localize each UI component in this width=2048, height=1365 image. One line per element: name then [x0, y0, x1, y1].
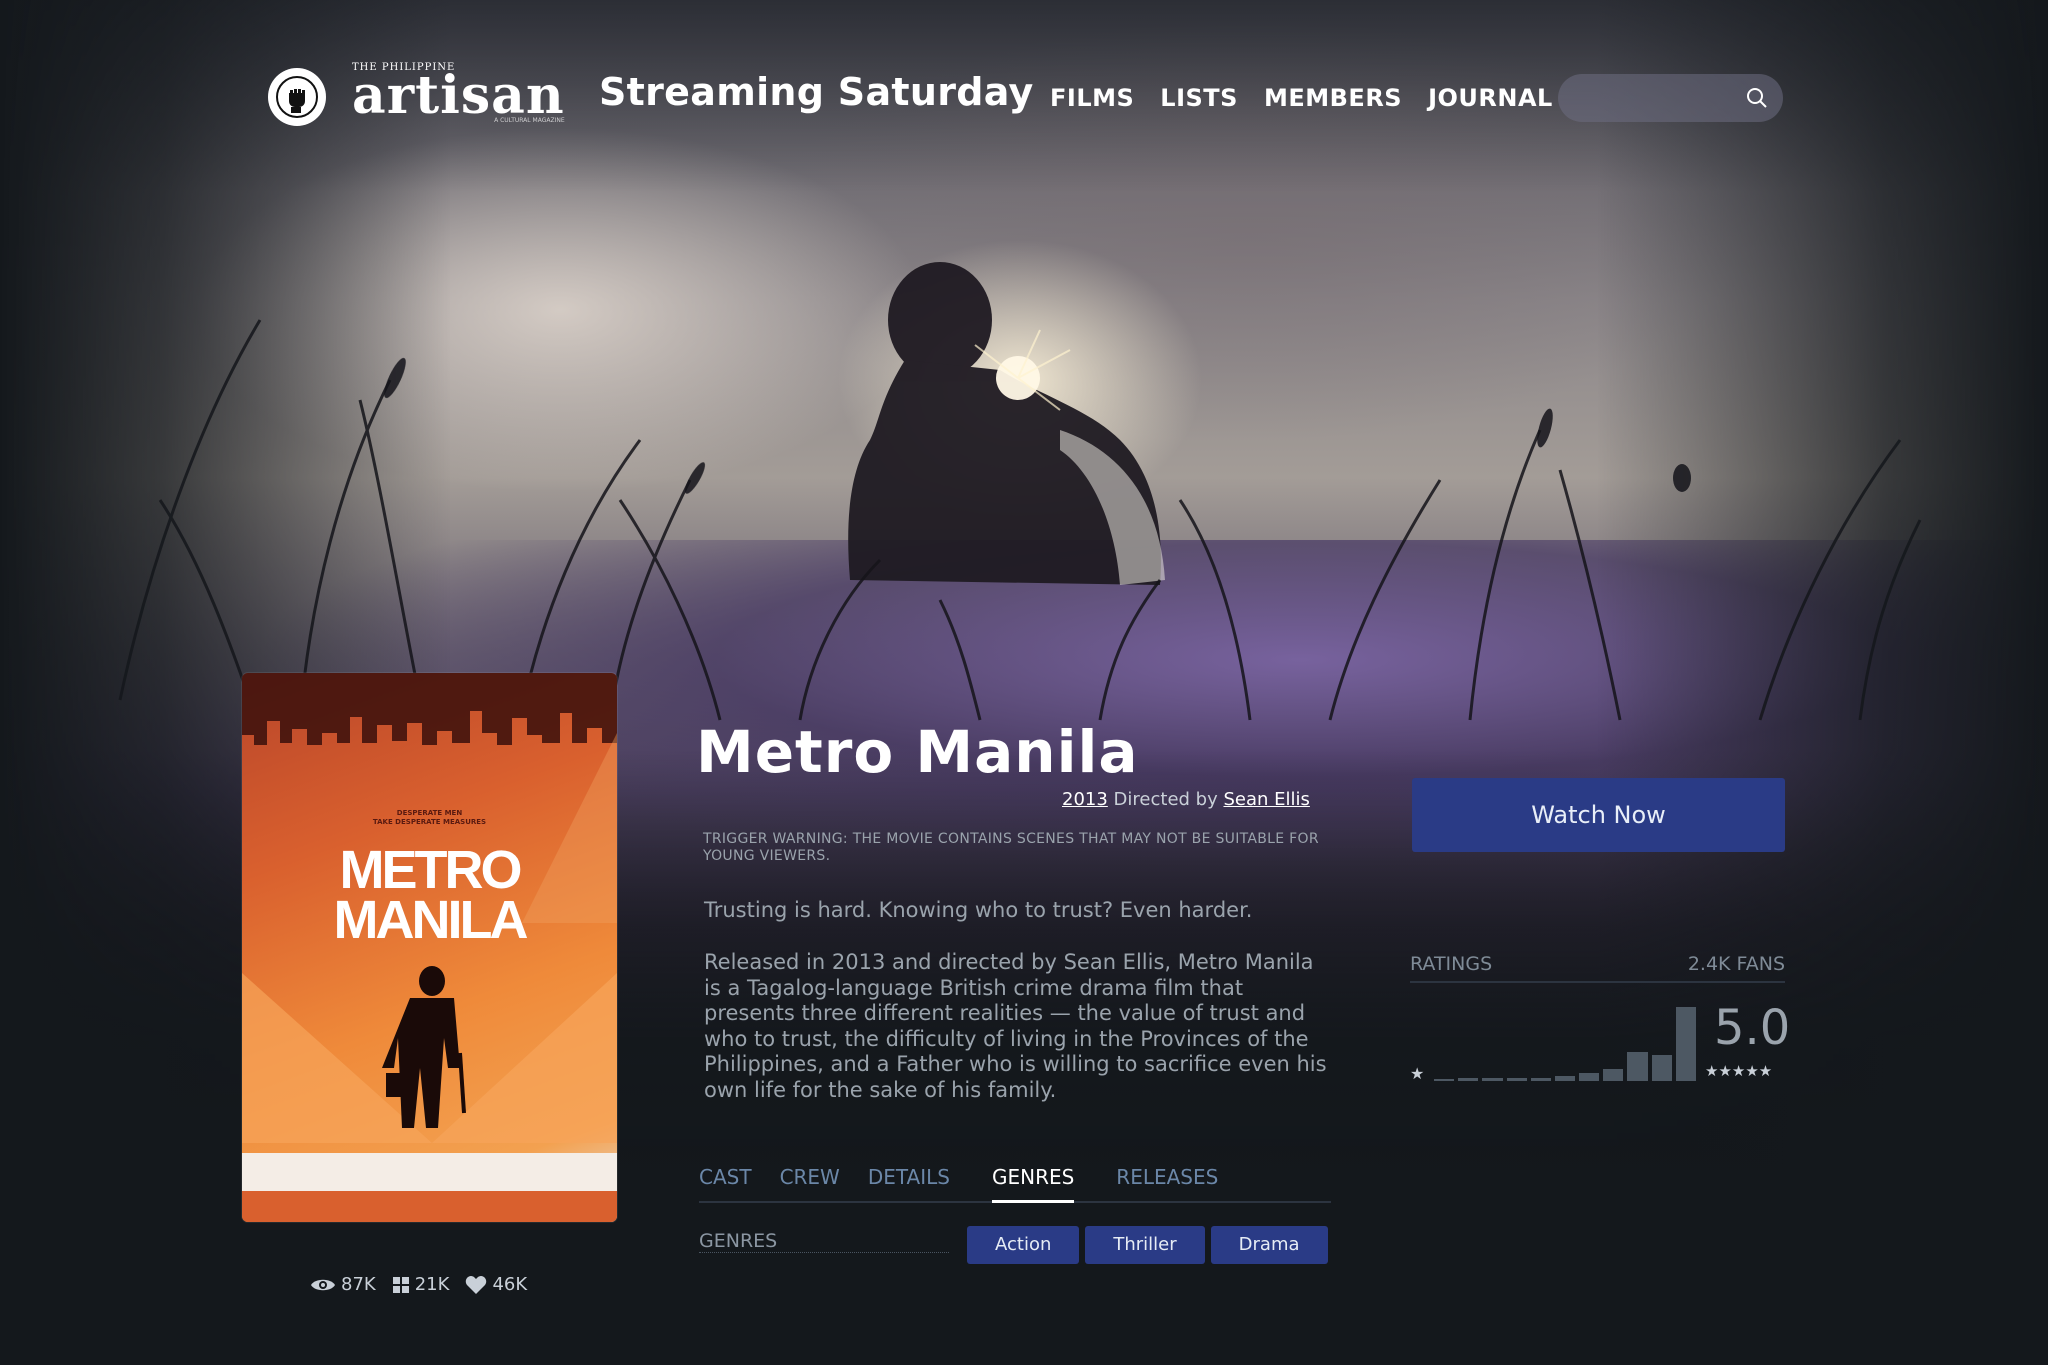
ratings-histogram[interactable] — [1434, 1007, 1696, 1081]
lists-grid-icon — [392, 1276, 409, 1293]
trigger-warning: TRIGGER WARNING: THE MOVIE CONTAINS SCEN… — [703, 831, 1319, 864]
views-stat[interactable]: 87K — [310, 1274, 376, 1295]
eye-icon — [311, 1279, 335, 1290]
tab-details[interactable]: DETAILS — [868, 1165, 950, 1201]
search-input[interactable] — [1576, 86, 1750, 110]
histogram-bar[interactable] — [1530, 1077, 1551, 1081]
genre-drama[interactable]: Drama — [1210, 1226, 1328, 1264]
likes-count: 46K — [492, 1274, 528, 1295]
heart-icon — [466, 1275, 487, 1294]
tab-releases[interactable]: RELEASES — [1116, 1165, 1218, 1201]
histogram-bar[interactable] — [1554, 1075, 1576, 1081]
histogram-bar[interactable] — [1603, 1068, 1624, 1081]
tab-cast[interactable]: CAST — [699, 1165, 752, 1201]
tab-crew[interactable]: CREW — [780, 1165, 840, 1201]
ratings-label: RATINGS — [1410, 953, 1493, 975]
histogram-bar[interactable] — [1506, 1077, 1527, 1081]
film-title: Metro Manila — [696, 718, 1139, 786]
histogram-bar[interactable] — [1627, 1052, 1648, 1081]
search-box — [1558, 74, 1783, 122]
nav-lists[interactable]: LISTS — [1160, 84, 1238, 112]
logo-tagline: A CULTURAL MAGAZINE — [494, 117, 565, 124]
lists-stat[interactable]: 21K — [392, 1274, 450, 1295]
film-stats: 87K 21K 46K — [310, 1274, 527, 1295]
likes-stat[interactable]: 46K — [465, 1274, 527, 1295]
average-rating: 5.0 — [1714, 1000, 1791, 1056]
nav-journal[interactable]: JOURNAL — [1428, 84, 1553, 112]
histogram-bar[interactable] — [1651, 1055, 1672, 1081]
poster-title-line2: MANILA — [333, 890, 529, 950]
release-year-link[interactable]: 2013 — [1062, 789, 1108, 810]
histogram-bar[interactable] — [1579, 1072, 1600, 1081]
fist-icon — [276, 76, 318, 118]
poster-title: METRO MANILA — [242, 843, 617, 947]
lists-count: 21K — [414, 1274, 450, 1295]
histogram-bar[interactable] — [1434, 1078, 1455, 1081]
film-poster[interactable]: DESPERATE MEN TAKE DESPERATE MEASURES ME… — [242, 673, 617, 1222]
site-name[interactable]: Streaming Saturday — [599, 70, 1034, 114]
search-icon[interactable] — [1745, 86, 1769, 114]
film-byline: 2013 Directed by Sean Ellis — [1062, 789, 1310, 810]
logo-wordmark: artisan — [352, 65, 565, 126]
film-synopsis: Released in 2013 and directed by Sean El… — [704, 950, 1327, 1102]
views-count: 87K — [341, 1274, 376, 1295]
film-tabs: CAST CREW DETAILS GENRES RELEASES — [699, 1165, 1331, 1203]
genres-label: GENRES — [699, 1230, 949, 1253]
fans-count[interactable]: 2.4K FANS — [1688, 953, 1785, 975]
five-stars-icon: ★★★★★ — [1705, 1062, 1773, 1080]
genre-action[interactable]: Action — [967, 1226, 1080, 1264]
histogram-bar[interactable] — [1458, 1077, 1479, 1081]
tab-genres[interactable]: GENRES — [991, 1165, 1075, 1203]
main-nav: FILMS LISTS MEMBERS JOURNAL — [1050, 84, 1579, 112]
watch-now-button[interactable]: Watch Now — [1412, 778, 1785, 852]
film-tagline: Trusting is hard. Knowing who to trust? … — [704, 898, 1253, 922]
ratings-header: RATINGS 2.4K FANS — [1410, 953, 1785, 983]
poster-tagline: DESPERATE MEN TAKE DESPERATE MEASURES — [372, 809, 487, 826]
nav-members[interactable]: MEMBERS — [1264, 84, 1402, 112]
one-star-icon: ★ — [1410, 1064, 1425, 1083]
directed-by-label: Directed by — [1113, 789, 1218, 810]
nav-films[interactable]: FILMS — [1050, 84, 1134, 112]
director-link[interactable]: Sean Ellis — [1223, 789, 1309, 810]
logo-badge[interactable] — [268, 68, 326, 126]
histogram-bar[interactable] — [1482, 1077, 1503, 1081]
genre-thriller[interactable]: Thriller — [1085, 1226, 1205, 1264]
genre-list: Action Thriller Drama — [967, 1226, 1328, 1264]
histogram-bar[interactable] — [1675, 1007, 1696, 1081]
site-logo[interactable]: THE PHILIPPINE artisan A CULTURAL MAGAZI… — [352, 62, 565, 124]
